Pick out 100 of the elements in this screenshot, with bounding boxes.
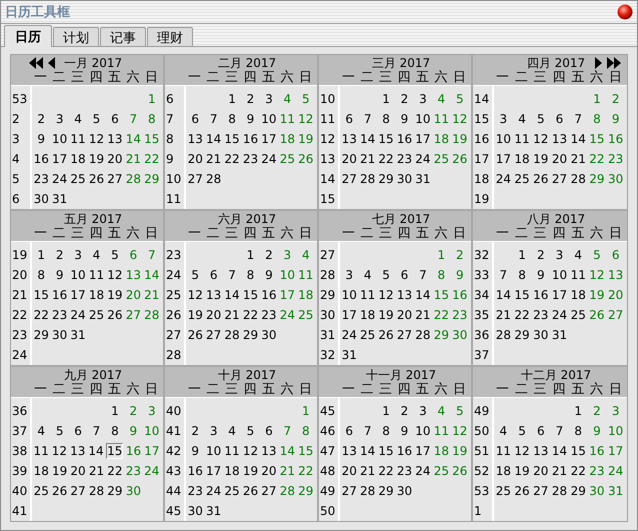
day-cell[interactable]: 22 [144, 151, 160, 167]
day-cell[interactable]: 3 [205, 423, 222, 439]
day-cell[interactable]: 26 [298, 151, 314, 167]
day-cell[interactable]: 20 [70, 463, 86, 479]
day-cell[interactable]: 28 [359, 171, 376, 187]
day-cell[interactable]: 3 [551, 247, 568, 263]
day-cell[interactable]: 17 [205, 463, 222, 479]
day-cell[interactable]: 20 [532, 463, 550, 479]
day-cell[interactable]: 3 [70, 247, 86, 263]
day-cell[interactable]: 7 [205, 111, 222, 127]
day-cell[interactable]: 12 [51, 443, 68, 459]
day-cell[interactable]: 25 [33, 483, 50, 499]
day-cell[interactable]: 8 [378, 111, 394, 127]
day-cell[interactable]: 12 [187, 287, 204, 303]
day-cell[interactable]: 27 [187, 171, 204, 187]
day-cell[interactable]: 9 [532, 267, 550, 283]
tab[interactable]: 日历 [4, 25, 52, 47]
day-cell[interactable]: 8 [33, 267, 50, 283]
day-cell[interactable]: 23 [607, 151, 624, 167]
day-cell[interactable]: 24 [51, 171, 68, 187]
day-cell[interactable]: 12 [452, 423, 468, 439]
day-cell[interactable]: 23 [396, 151, 413, 167]
day-cell[interactable]: 18 [495, 463, 512, 479]
day-cell[interactable]: 8 [378, 423, 394, 439]
day-cell[interactable]: 13 [106, 131, 124, 147]
day-cell[interactable]: 2 [242, 91, 259, 107]
day-cell[interactable]: 13 [551, 131, 568, 147]
day-cell[interactable]: 20 [396, 307, 413, 323]
day-cell[interactable]: 21 [88, 463, 105, 479]
day-cell[interactable]: 26 [378, 327, 394, 343]
day-cell[interactable]: 5 [452, 403, 468, 419]
day-cell[interactable]: 3 [144, 403, 160, 419]
day-cell[interactable]: 30 [532, 327, 550, 343]
day-cell[interactable]: 6 [396, 267, 413, 283]
day-cell[interactable]: 25 [298, 307, 314, 323]
day-cell[interactable]: 13 [125, 267, 142, 283]
day-cell[interactable]: 29 [242, 327, 259, 343]
day-cell[interactable]: 13 [205, 287, 222, 303]
day-cell[interactable]: 1 [242, 247, 259, 263]
day-cell[interactable]: 31 [607, 483, 624, 499]
day-cell[interactable]: 2 [588, 403, 606, 419]
day-cell[interactable]: 25 [514, 171, 530, 187]
day-cell[interactable]: 6 [341, 423, 358, 439]
day-cell[interactable]: 6 [607, 247, 624, 263]
day-cell[interactable]: 31 [341, 347, 358, 363]
day-cell[interactable]: 11 [224, 443, 240, 459]
day-cell[interactable]: 22 [224, 151, 240, 167]
day-cell[interactable]: 20 [607, 287, 624, 303]
day-cell[interactable]: 20 [106, 151, 124, 167]
day-cell[interactable]: 2 [452, 247, 468, 263]
day-cell[interactable]: 29 [570, 483, 587, 499]
day-cell[interactable]: 14 [88, 443, 104, 459]
day-cell[interactable]: 16 [187, 463, 204, 479]
day-cell[interactable]: 15 [588, 131, 606, 147]
day-cell[interactable]: 3 [414, 91, 432, 107]
day-cell[interactable]: 10 [260, 111, 278, 127]
day-cell[interactable]: 3 [260, 91, 278, 107]
day-cell[interactable]: 22 [570, 463, 587, 479]
day-cell[interactable]: 23 [33, 171, 50, 187]
day-cell[interactable]: 1 [588, 91, 606, 107]
day-cell[interactable]: 10 [144, 423, 160, 439]
day-cell[interactable]: 2 [607, 91, 624, 107]
day-cell[interactable]: 26 [514, 483, 530, 499]
day-cell[interactable]: 15 [378, 131, 394, 147]
day-cell[interactable]: 14 [359, 131, 376, 147]
day-cell[interactable]: 2 [51, 247, 68, 263]
tab[interactable]: 计划 [53, 27, 99, 46]
day-cell[interactable]: 1 [570, 403, 587, 419]
day-cell[interactable]: 22 [378, 463, 394, 479]
day-cell[interactable]: 2 [187, 423, 204, 439]
day-cell[interactable]: 8 [224, 111, 240, 127]
day-cell[interactable]: 3 [341, 267, 358, 283]
day-cell[interactable]: 5 [187, 267, 204, 283]
day-cell[interactable]: 4 [433, 403, 450, 419]
day-cell[interactable]: 15 [144, 131, 160, 147]
day-cell[interactable]: 1 [144, 91, 160, 107]
day-cell[interactable]: 9 [452, 267, 468, 283]
day-cell[interactable]: 28 [359, 483, 376, 499]
day-cell[interactable]: 10 [51, 131, 68, 147]
day-cell[interactable]: 4 [224, 423, 240, 439]
day-cell[interactable]: 7 [279, 423, 296, 439]
day-cell[interactable]: 18 [88, 287, 105, 303]
day-cell[interactable]: 17 [260, 131, 278, 147]
day-cell[interactable]: 15 [224, 131, 240, 147]
day-cell[interactable]: 16 [51, 287, 68, 303]
day-cell[interactable]: 5 [532, 111, 550, 127]
day-cell[interactable]: 2 [260, 247, 278, 263]
day-cell[interactable]: 6 [187, 111, 204, 127]
day-cell[interactable]: 7 [495, 267, 512, 283]
day-cell[interactable]: 28 [205, 171, 222, 187]
day-cell[interactable]: 26 [452, 463, 468, 479]
day-cell[interactable]: 19 [532, 151, 550, 167]
day-cell[interactable]: 13 [607, 267, 624, 283]
double-right-arrow-icon[interactable] [607, 57, 622, 69]
day-cell[interactable]: 30 [396, 171, 413, 187]
day-cell[interactable]: 28 [125, 171, 142, 187]
day-cell[interactable]: 28 [570, 171, 587, 187]
day-cell[interactable]: 17 [607, 443, 624, 459]
day-cell[interactable]: 16 [532, 287, 550, 303]
day-cell[interactable]: 4 [33, 423, 50, 439]
